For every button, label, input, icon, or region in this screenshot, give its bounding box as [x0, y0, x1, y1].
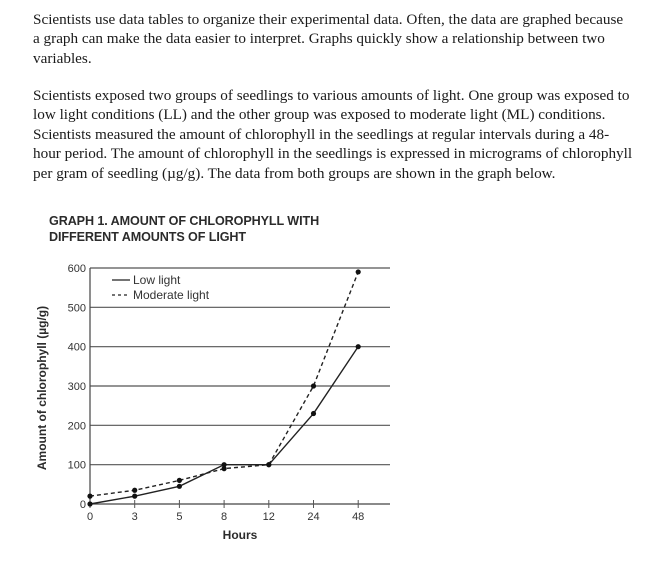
legend: Low lightModerate light	[112, 273, 210, 302]
y-tick-label: 300	[68, 381, 86, 393]
x-tick-label: 0	[87, 511, 93, 523]
data-point	[87, 493, 93, 499]
data-point	[310, 383, 317, 389]
y-tick-label: 400	[68, 342, 86, 354]
x-tick-label: 12	[263, 511, 275, 523]
data-point	[355, 344, 361, 350]
chlorophyll-line-chart: 0 100 200 300 400 500 600 0 3 5 8 12 24 48 Low lightM…	[35, 263, 390, 542]
data-point	[266, 462, 272, 468]
y-axis-title: Amount of chlorophyll (µg/g)	[35, 306, 49, 470]
x-tick-label: 3	[132, 511, 138, 523]
legend-label: Moderate light	[133, 288, 210, 302]
legend-label: Low light	[133, 273, 181, 287]
data-point	[132, 493, 138, 499]
y-tick-label: 600	[68, 263, 86, 275]
x-axis-title: Hours	[223, 528, 258, 542]
data-point	[310, 410, 317, 417]
data-point	[176, 483, 182, 489]
y-tick-label: 500	[68, 302, 86, 314]
x-tick-label: 5	[176, 511, 182, 523]
x-tick-label: 48	[352, 511, 364, 523]
y-tick-label: 200	[68, 420, 86, 432]
data-point	[355, 269, 361, 275]
data-point	[132, 487, 138, 493]
series	[87, 269, 361, 507]
data-point	[221, 466, 227, 472]
y-tick-label: 0	[80, 499, 86, 511]
x-tick-label: 24	[307, 511, 319, 523]
x-tick-label: 8	[221, 511, 227, 523]
data-point	[176, 477, 182, 483]
data-point	[87, 501, 93, 507]
axes: 0 100 200 300 400 500 600 0 3 5 8 12 24 48	[68, 263, 390, 523]
y-tick-label: 100	[68, 460, 86, 472]
